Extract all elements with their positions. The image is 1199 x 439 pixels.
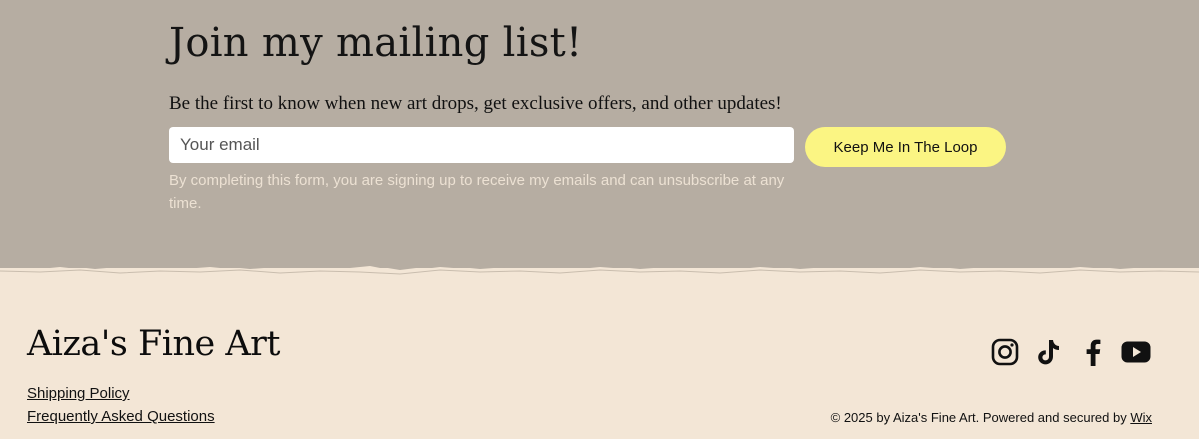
copyright-prefix: © 2025 by Aiza's Fine Art. Powered and s… (830, 410, 1131, 425)
wix-link[interactable]: Wix (1130, 410, 1152, 425)
youtube-link[interactable] (1120, 336, 1152, 368)
keep-me-in-the-loop-button[interactable]: Keep Me In The Loop (805, 127, 1006, 167)
shipping-policy-link[interactable]: Shipping Policy (27, 385, 130, 402)
mailing-list-subtitle: Be the first to know when new art drops,… (169, 93, 782, 114)
signup-disclaimer: By completing this form, you are signing… (169, 172, 785, 212)
tiktok-icon (1038, 340, 1059, 365)
tiktok-link[interactable] (1033, 336, 1065, 368)
instagram-link[interactable] (989, 336, 1021, 368)
torn-paper-edge (0, 264, 1199, 282)
copyright-text: © 2025 by Aiza's Fine Art. Powered and s… (831, 410, 1152, 425)
mailing-list-title: Join my mailing list! (169, 20, 583, 66)
youtube-icon (1121, 341, 1151, 363)
facebook-icon (1086, 339, 1101, 366)
instagram-icon (991, 338, 1019, 366)
footer-brand: Aiza's Fine Art (27, 324, 280, 364)
faq-link[interactable]: Frequently Asked Questions (27, 408, 215, 425)
facebook-link[interactable] (1077, 336, 1109, 368)
email-input[interactable] (169, 127, 794, 163)
